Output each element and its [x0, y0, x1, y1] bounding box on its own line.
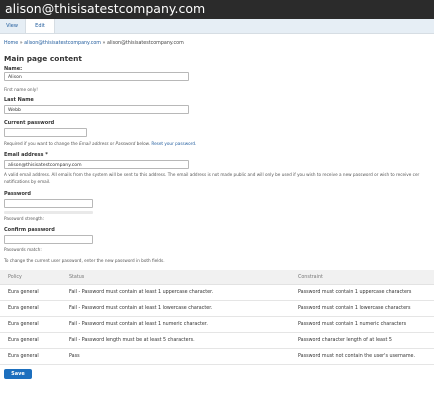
constraint-cell: Password must contain 1 numeric characte… — [298, 322, 407, 327]
current-password-help-or: or — [108, 141, 116, 146]
password-change-note: To change the current user password, ent… — [4, 258, 165, 263]
table-row: Eura general Fail - Password must contai… — [0, 317, 434, 333]
policy-cell: Eura general — [8, 322, 39, 327]
password-input[interactable] — [4, 199, 93, 208]
policy-cell: Eura general — [8, 306, 39, 311]
name-input[interactable]: Alison — [4, 72, 189, 81]
constraint-cell: Password must contain 1 lowercase charac… — [298, 306, 411, 311]
page-title: alison@thisisatestcompany.com — [5, 1, 206, 16]
breadcrumb-user-link[interactable]: alison@thisisatestcompany.com — [24, 41, 101, 46]
table-row: Eura general Fail - Password length must… — [0, 333, 434, 349]
status-cell: Pass — [69, 354, 80, 359]
breadcrumb: Home » alison@thisisatestcompany.com » a… — [4, 41, 184, 46]
policy-cell: Eura general — [8, 354, 39, 359]
confirm-password-input[interactable] — [4, 235, 93, 244]
lastname-label: Last Name — [4, 97, 34, 103]
reset-password-link[interactable]: Reset your password. — [151, 141, 196, 146]
current-password-help-email: Email address — [79, 141, 109, 146]
password-strength-label: Password strength: — [4, 216, 44, 221]
password-label: Password — [4, 191, 31, 197]
column-header-status: Status — [69, 274, 85, 280]
column-header-constraint: Constraint — [298, 274, 323, 280]
email-help-line1: A valid email address. All emails from t… — [4, 172, 420, 177]
policy-cell: Eura general — [8, 338, 39, 343]
constraint-cell: Password character length of at least 5 — [298, 338, 392, 343]
current-password-help-password: Password — [115, 141, 136, 146]
breadcrumb-home-link[interactable]: Home — [4, 41, 18, 46]
current-password-input[interactable] — [4, 128, 87, 137]
main-heading: Main page content — [4, 54, 82, 63]
status-cell: Fail - Password must contain at least 1 … — [69, 290, 214, 295]
page-header: alison@thisisatestcompany.com — [0, 0, 434, 19]
current-password-help-prefix: Required if you want to change the — [4, 141, 80, 146]
name-help: First name only! — [4, 87, 38, 92]
status-cell: Fail - Password length must be at least … — [69, 338, 195, 343]
password-strength-bar — [4, 211, 93, 214]
breadcrumb-current: alison@thisisatestcompany.com — [106, 41, 184, 46]
passwords-match-label: Passwords match: — [4, 247, 42, 252]
email-help-line2: notifications by email. — [4, 179, 51, 184]
table-row: Eura general Fail - Password must contai… — [0, 285, 434, 301]
policy-table-header: Policy Status Constraint — [0, 270, 434, 285]
column-header-policy: Policy — [8, 274, 22, 280]
breadcrumb-separator: » — [19, 41, 23, 46]
policy-cell: Eura general — [8, 290, 39, 295]
tab-bar: View Edit — [0, 19, 434, 34]
tab-edit[interactable]: Edit — [25, 19, 55, 33]
constraint-cell: Password must contain 1 uppercase charac… — [298, 290, 412, 295]
table-row: Eura general Fail - Password must contai… — [0, 301, 434, 317]
breadcrumb-separator: » — [102, 41, 106, 46]
confirm-password-label: Confirm password — [4, 227, 55, 233]
email-input[interactable]: alison@thisisatestcompany.com — [4, 160, 189, 169]
current-password-help-below: below. — [135, 141, 152, 146]
tab-view[interactable]: View — [0, 19, 24, 33]
status-cell: Fail - Password must contain at least 1 … — [69, 322, 208, 327]
lastname-input[interactable]: Webb — [4, 105, 189, 114]
email-label: Email address * — [4, 152, 48, 158]
current-password-label: Current password — [4, 120, 55, 126]
table-row: Eura general Pass Password must not cont… — [0, 349, 434, 365]
constraint-cell: Password must not contain the user's use… — [298, 354, 415, 359]
save-button[interactable]: Save — [4, 369, 32, 379]
current-password-help: Required if you want to change the Email… — [4, 141, 196, 146]
status-cell: Fail - Password must contain at least 1 … — [69, 306, 213, 311]
